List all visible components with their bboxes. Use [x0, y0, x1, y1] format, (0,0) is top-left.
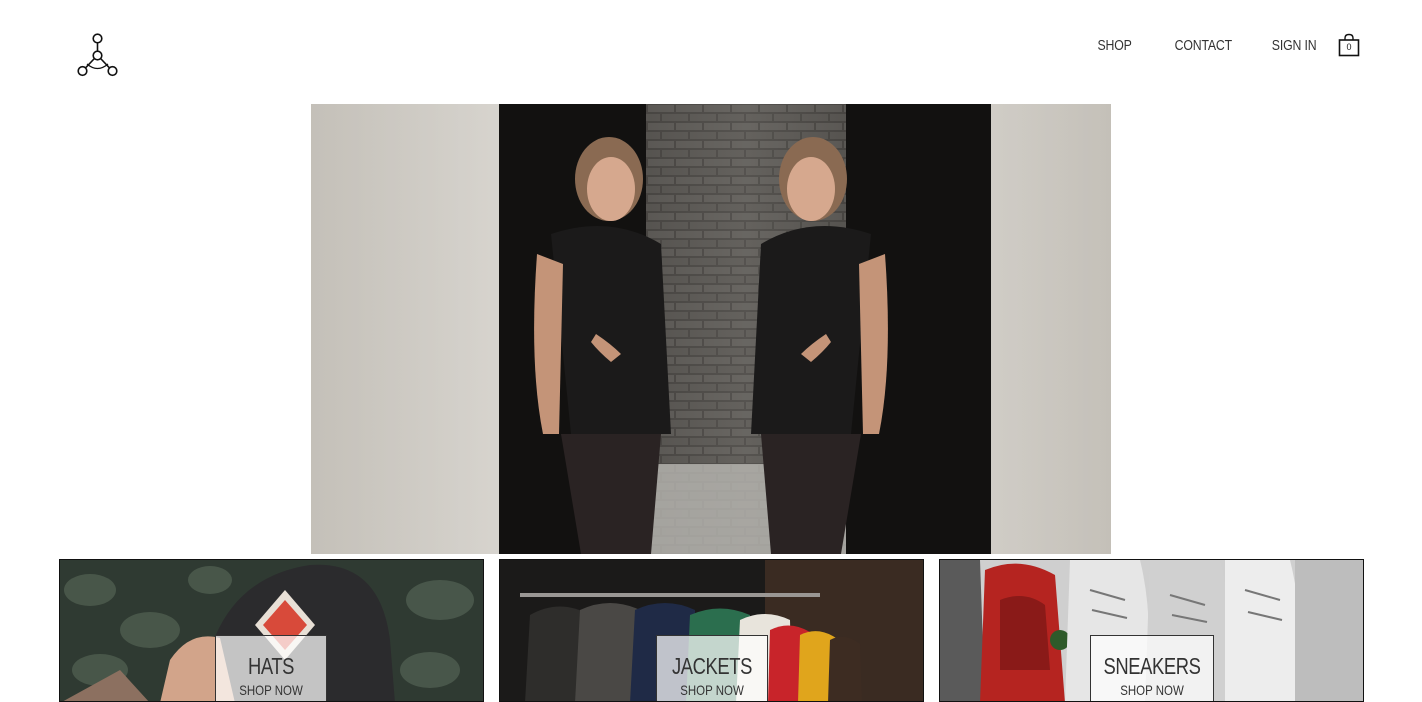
category-badge: JACKETS SHOP NOW — [656, 635, 768, 701]
category-tiles: HATS SHOP NOW JACKETS SHOP NOW SNEAKERS … — [59, 559, 1364, 702]
category-title: HATS — [247, 653, 295, 679]
nav-sign-in-link[interactable]: SIGN IN — [1271, 37, 1316, 54]
hero-banner-image — [311, 104, 1111, 554]
category-title: JACKETS — [671, 653, 753, 679]
category-title: SNEAKERS — [1103, 653, 1201, 679]
nav-shop-link[interactable]: SHOP — [1097, 37, 1131, 54]
category-tile-sneakers[interactable]: SNEAKERS SHOP NOW — [939, 559, 1364, 702]
shop-now-link[interactable]: SHOP NOW — [1102, 682, 1202, 698]
category-tile-hats[interactable]: HATS SHOP NOW — [59, 559, 484, 702]
nav-contact-link[interactable]: CONTACT — [1174, 37, 1232, 54]
cart-count: 0 — [1346, 42, 1352, 52]
shop-now-link[interactable]: SHOP NOW — [226, 682, 316, 698]
category-tile-jackets[interactable]: JACKETS SHOP NOW — [499, 559, 924, 702]
category-badge: HATS SHOP NOW — [215, 635, 327, 701]
logo-icon[interactable] — [74, 31, 122, 79]
shop-now-link[interactable]: SHOP NOW — [667, 682, 757, 698]
main-nav: SHOP CONTACT SIGN IN 0 — [1060, 33, 1360, 57]
site-header: SHOP CONTACT SIGN IN 0 — [0, 0, 1422, 95]
cart-button[interactable]: 0 — [1338, 33, 1360, 57]
category-badge: SNEAKERS SHOP NOW — [1090, 635, 1214, 701]
